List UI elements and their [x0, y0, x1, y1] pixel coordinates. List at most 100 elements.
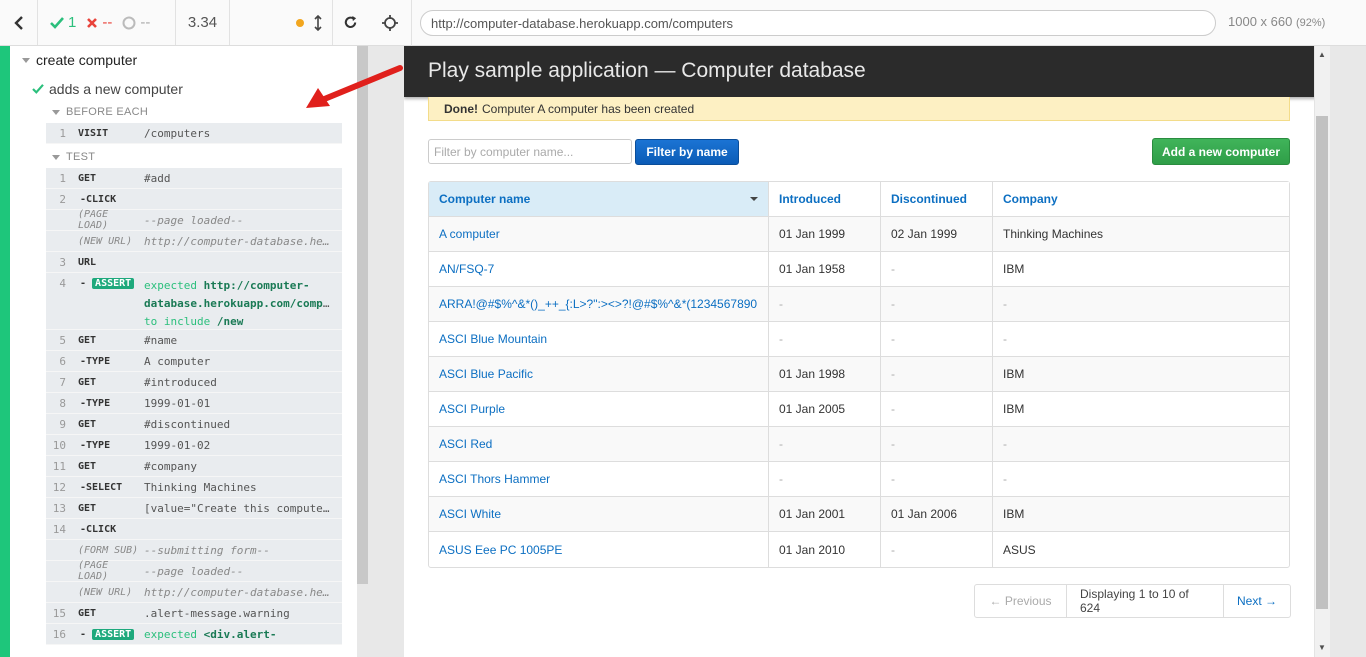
filter-button[interactable]: Filter by name	[635, 139, 739, 165]
cell-name[interactable]: A computer	[429, 217, 769, 252]
command-name: (NEW URL)	[78, 586, 133, 598]
command-row[interactable]: (PAGE LOAD) --page loaded--	[46, 209, 342, 231]
command-name: - ASSERT	[66, 277, 144, 290]
refresh-icon	[344, 15, 357, 29]
app-scroll-thumb[interactable]	[1316, 116, 1328, 609]
computer-link[interactable]: ASCI White	[439, 507, 501, 521]
command-row-assert[interactable]: 4 - ASSERT expected http://computer-data…	[46, 273, 342, 330]
add-computer-button[interactable]: Add a new computer	[1152, 138, 1290, 165]
command-row[interactable]: 2 -CLICK	[46, 189, 342, 210]
caret-down-icon	[22, 57, 30, 63]
cell-name[interactable]: AN/FSQ-7	[429, 252, 769, 287]
cell-name[interactable]: ASUS Eee PC 1005PE	[429, 532, 769, 567]
back-button[interactable]	[0, 0, 38, 45]
computer-link[interactable]: ARRA!@#$%^&*()_++_{:L>?":><>?!@#$%^&*(12…	[439, 297, 757, 311]
url-text: http://computer-database.herokuapp.com/c…	[431, 15, 734, 31]
cell-value: Thinking Machines	[1003, 227, 1104, 241]
cell-name[interactable]: ASCI Red	[429, 427, 769, 462]
computer-link[interactable]: ASCI Red	[439, 437, 492, 451]
command-row[interactable]: (NEW URL) http://computer-database.herok…	[46, 231, 342, 252]
cell-name[interactable]: ASCI Purple	[429, 392, 769, 427]
resize-vertical-icon[interactable]	[314, 14, 322, 31]
cell-discontinued: -	[881, 532, 993, 567]
command-row[interactable]: 14 -CLICK	[46, 519, 342, 540]
cell-value: -	[891, 262, 895, 276]
command-number: 2	[59, 192, 66, 206]
filter-input[interactable]: Filter by computer name...	[428, 139, 632, 164]
command-row[interactable]: 5 GET #name	[46, 330, 342, 351]
pagination-previous[interactable]: ← Previous	[975, 585, 1067, 617]
column-header-name[interactable]: Computer name	[429, 182, 769, 217]
command-message: 1999-01-01	[144, 396, 211, 410]
test-title[interactable]: adds a new computer	[32, 81, 183, 97]
cell-introduced: 01 Jan 2005	[769, 392, 881, 427]
test-commands: 1 GET #add 2 -CLICK (PAGE LOAD) --page l…	[46, 168, 342, 645]
computer-link[interactable]: ASUS Eee PC 1005PE	[439, 543, 562, 557]
command-row[interactable]: (NEW URL) http://computer-database.herok…	[46, 582, 342, 603]
check-icon	[50, 16, 64, 29]
computer-link[interactable]: ASCI Blue Mountain	[439, 332, 547, 346]
command-name: GET	[78, 334, 97, 346]
cell-name[interactable]: ASCI Blue Pacific	[429, 357, 769, 392]
computers-table: Computer name Introduced Discontinued Co…	[428, 181, 1290, 568]
command-row[interactable]: 1 VISIT /computers	[46, 123, 342, 144]
command-row[interactable]: 3 URL	[46, 252, 342, 273]
command-message: expected http://computer-database.heroku…	[144, 277, 342, 331]
cell-company: IBM	[993, 357, 1289, 392]
before-each-hook[interactable]: BEFORE EACH	[52, 106, 148, 118]
reporter-scroll-thumb[interactable]	[357, 46, 368, 584]
command-row[interactable]: 9 GET #discontinued	[46, 414, 342, 435]
app-title[interactable]: Play sample application — Computer datab…	[428, 59, 866, 83]
before-each-label: BEFORE EACH	[66, 106, 149, 118]
command-row[interactable]: 6 -TYPE A computer	[46, 351, 342, 372]
cell-value: -	[1003, 332, 1007, 346]
reload-button[interactable]	[332, 0, 368, 45]
scroll-up-icon[interactable]: ▲	[1318, 50, 1326, 59]
cell-value: 01 Jan 2006	[891, 507, 958, 521]
command-name: GET	[78, 607, 97, 619]
command-message: #discontinued	[144, 417, 231, 431]
command-message: http://computer-database.herokuapp.com/c…	[144, 585, 342, 599]
command-row[interactable]: 8 -TYPE 1999-01-01	[46, 393, 342, 414]
cell-value: -	[779, 332, 783, 346]
command-number: 3	[59, 255, 66, 269]
computer-link[interactable]: ASCI Thors Hammer	[439, 472, 550, 486]
command-row[interactable]: 12 -SELECT Thinking Machines	[46, 477, 342, 498]
command-row[interactable]: 7 GET #introduced	[46, 372, 342, 393]
column-label: Computer name	[439, 192, 531, 206]
computer-link[interactable]: ASCI Purple	[439, 402, 505, 416]
viewport-info[interactable]: 1000 x 660 (92%)	[1228, 14, 1325, 29]
column-header-company[interactable]: Company	[993, 182, 1289, 217]
computer-link[interactable]: AN/FSQ-7	[439, 262, 494, 276]
test-hook[interactable]: TEST	[52, 151, 95, 163]
column-header-introduced[interactable]: Introduced	[769, 182, 881, 217]
cell-name[interactable]: ASCI Blue Mountain	[429, 322, 769, 357]
caret-down-icon	[52, 154, 60, 160]
command-row[interactable]: 10 -TYPE 1999-01-02	[46, 435, 342, 456]
command-number: 9	[59, 417, 66, 431]
command-row[interactable]: 15 GET .alert-message.warning	[46, 603, 342, 624]
suite-title[interactable]: create computer	[22, 52, 137, 68]
table-row: ASCI Red - - -	[429, 427, 1289, 462]
cell-introduced: -	[769, 462, 881, 497]
command-row-assert[interactable]: 16 - ASSERT expected <div.alert-	[46, 624, 342, 645]
command-message: A computer	[144, 354, 211, 368]
pagination-next[interactable]: Next →	[1224, 585, 1290, 617]
command-row[interactable]: 1 GET #add	[46, 168, 342, 189]
command-message: http://computer-database.herokuapp.com/c…	[144, 234, 342, 248]
assert-expected-text: expected	[144, 279, 197, 292]
cell-name[interactable]: ARRA!@#$%^&*()_++_{:L>?":><>?!@#$%^&*(12…	[429, 287, 769, 322]
command-row[interactable]: (FORM SUB) --submitting form--	[46, 540, 342, 561]
command-row[interactable]: 11 GET #company	[46, 456, 342, 477]
table-row: ARRA!@#$%^&*()_++_{:L>?":><>?!@#$%^&*(12…	[429, 287, 1289, 322]
cell-name[interactable]: ASCI Thors Hammer	[429, 462, 769, 497]
cell-name[interactable]: ASCI White	[429, 497, 769, 532]
url-bar[interactable]: http://computer-database.herokuapp.com/c…	[420, 10, 1216, 36]
computer-link[interactable]: A computer	[439, 227, 500, 241]
column-header-discontinued[interactable]: Discontinued	[881, 182, 993, 217]
scroll-down-icon[interactable]: ▼	[1318, 643, 1326, 652]
command-row[interactable]: (PAGE LOAD) --page loaded--	[46, 560, 342, 582]
command-row[interactable]: 13 GET [value="Create this computer"]	[46, 498, 342, 519]
computer-link[interactable]: ASCI Blue Pacific	[439, 367, 533, 381]
selector-playground-button[interactable]	[368, 0, 412, 46]
